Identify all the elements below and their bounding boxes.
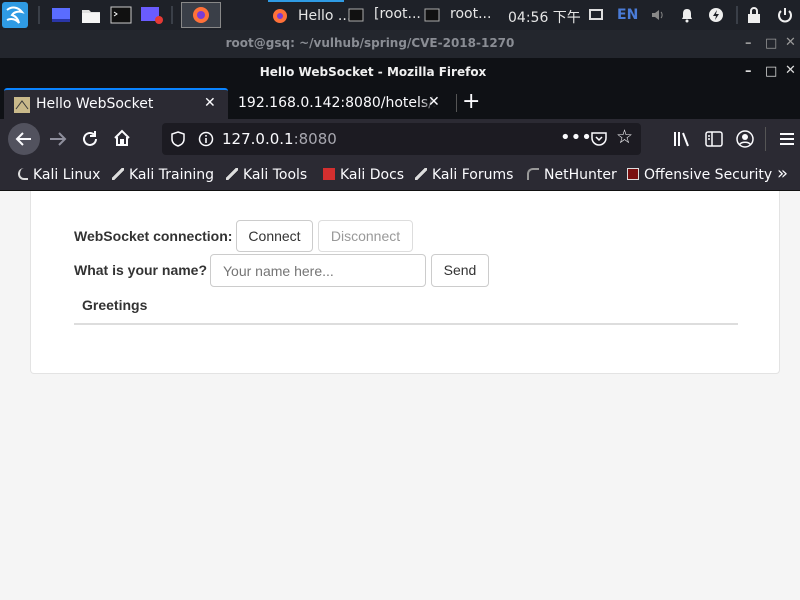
send-button[interactable]: Send — [431, 254, 489, 287]
hamburger-menu-icon[interactable] — [778, 129, 796, 149]
panel-separator — [736, 6, 738, 24]
new-tab-icon[interactable]: + — [462, 89, 480, 114]
bookmark-label: NetHunter — [544, 167, 617, 183]
bookmark-kali-docs[interactable]: Kali Docs — [323, 167, 404, 183]
kali-dragon-icon — [18, 168, 28, 180]
navigation-toolbar: 127.0.0.1:8080 ••• ☆ — [0, 119, 800, 159]
url-host: 127.0.0.1 — [222, 130, 294, 148]
kali-menu-icon[interactable] — [2, 2, 28, 28]
minimize-icon[interactable]: – — [745, 36, 752, 51]
volume-icon[interactable] — [650, 7, 666, 23]
bookmarks-overflow-icon[interactable]: » — [777, 163, 788, 184]
lock-screen-icon[interactable] — [746, 6, 762, 24]
show-desktop-icon[interactable] — [50, 4, 72, 26]
disconnect-button[interactable]: Disconnect — [318, 220, 413, 252]
connect-button[interactable]: Connect — [236, 220, 313, 252]
clock[interactable]: 04:56 下午 — [508, 7, 581, 27]
home-icon[interactable] — [112, 128, 132, 148]
kali-dragon-icon — [226, 168, 238, 180]
kali-dragon-icon — [112, 168, 124, 180]
tracking-protection-shield-icon[interactable] — [170, 131, 186, 147]
toolbar-separator — [765, 127, 766, 151]
pocket-icon[interactable] — [590, 131, 608, 147]
bookmark-label: Kali Docs — [340, 167, 405, 183]
bookmark-label: Kali Training — [129, 167, 214, 183]
bookmark-label: Kali Forums — [432, 167, 514, 183]
reload-icon[interactable] — [80, 129, 100, 149]
bookmark-label: Offensive Security — [644, 167, 773, 183]
tab-hello-websocket[interactable]: Hello WebSocket ✕ — [4, 88, 228, 119]
panel-separator — [38, 6, 40, 24]
page-favicon-icon — [14, 97, 30, 113]
name-input[interactable] — [210, 254, 426, 287]
kali-docs-icon — [323, 168, 335, 180]
main-content-panel: WebSocket connection: Connect Disconnect… — [30, 191, 780, 374]
close-tab-icon[interactable]: ✕ — [428, 94, 440, 110]
greetings-table-divider — [74, 323, 738, 325]
firefox-window-title: Hello WebSocket - Mozilla Firefox — [259, 65, 487, 79]
bookmarks-toolbar: Kali Linux Kali Training Kali Tools Kali… — [0, 159, 800, 191]
site-info-icon[interactable] — [198, 131, 214, 147]
bookmark-nethunter[interactable]: NetHunter — [527, 167, 617, 183]
firefox-launcher-icon[interactable] — [181, 2, 221, 28]
terminal-window-title: root@gsq: ~/vulhub/spring/CVE-2018-1270 — [225, 36, 515, 50]
tab-bar: Hello WebSocket ✕ 192.168.0.142:8080/hot… — [0, 86, 800, 119]
page-content: WebSocket connection: Connect Disconnect… — [0, 191, 800, 600]
bookmark-label: Kali Tools — [243, 167, 308, 183]
tab-separator — [456, 94, 457, 112]
taskbar-item-firefox[interactable]: Hello ... — [268, 0, 351, 30]
tab-label: 192.168.0.142:8080/hotels/s — [238, 95, 436, 111]
bookmark-kali-linux[interactable]: Kali Linux — [18, 167, 100, 183]
bookmark-star-icon[interactable]: ☆ — [616, 126, 633, 148]
keyboard-layout-indicator[interactable]: EN — [617, 7, 638, 23]
offensive-security-icon — [627, 168, 639, 180]
taskbar-item-label: [root... — [374, 6, 421, 22]
url-text: 127.0.0.1:8080 — [222, 130, 337, 148]
power-manager-icon[interactable] — [708, 7, 724, 23]
greetings-header: Greetings — [82, 297, 148, 313]
terminal-icon[interactable] — [110, 4, 132, 26]
taskbar-item-label: Hello ... — [298, 8, 352, 24]
notification-bell-icon[interactable] — [679, 7, 695, 23]
back-arrow-icon — [15, 132, 31, 146]
kali-dragon-icon — [415, 168, 427, 180]
terminal-window-titlebar: root@gsq: ~/vulhub/spring/CVE-2018-1270 … — [0, 30, 800, 58]
tab-label: Hello WebSocket — [36, 96, 154, 112]
tab-hotels[interactable]: 192.168.0.142:8080/hotels/s ✕ — [230, 88, 452, 119]
bookmark-label: Kali Linux — [33, 167, 101, 183]
panel-separator — [171, 6, 173, 24]
maximize-icon[interactable]: □ — [765, 36, 777, 51]
minimize-icon[interactable]: – — [745, 64, 752, 79]
page-actions-icon[interactable]: ••• — [560, 127, 592, 148]
logout-icon[interactable] — [776, 6, 794, 24]
firefox-titlebar: Hello WebSocket - Mozilla Firefox – □ ✕ — [0, 58, 800, 86]
nethunter-icon — [527, 168, 539, 180]
bookmark-offensive-security[interactable]: Offensive Security — [627, 167, 772, 183]
system-top-panel: Hello ... [root... root... 04:56 下午 EN — [0, 0, 800, 30]
screen-recorder-icon[interactable] — [140, 4, 164, 26]
close-icon[interactable]: ✕ — [785, 35, 796, 50]
file-manager-icon[interactable] — [80, 4, 102, 26]
taskbar-item-terminal-2[interactable]: root... — [424, 0, 498, 30]
websocket-connection-label: WebSocket connection: — [74, 228, 233, 244]
forward-arrow-icon[interactable] — [47, 129, 69, 149]
maximize-icon[interactable]: □ — [765, 64, 777, 79]
url-port: :8080 — [293, 130, 337, 148]
bookmark-kali-training[interactable]: Kali Training — [112, 167, 214, 183]
account-icon[interactable] — [735, 129, 755, 149]
url-bar[interactable]: 127.0.0.1:8080 ••• ☆ — [162, 123, 641, 155]
display-icon[interactable] — [588, 7, 604, 23]
bookmark-kali-tools[interactable]: Kali Tools — [226, 167, 307, 183]
taskbar-item-label: root... — [450, 6, 492, 22]
bookmark-kali-forums[interactable]: Kali Forums — [415, 167, 513, 183]
library-icon[interactable] — [672, 129, 692, 149]
taskbar-item-terminal-1[interactable]: [root... — [348, 0, 422, 30]
close-tab-icon[interactable]: ✕ — [204, 95, 216, 111]
back-button[interactable] — [8, 123, 40, 155]
sidebar-icon[interactable] — [704, 129, 724, 149]
name-label: What is your name? — [74, 262, 208, 278]
close-icon[interactable]: ✕ — [785, 63, 796, 78]
